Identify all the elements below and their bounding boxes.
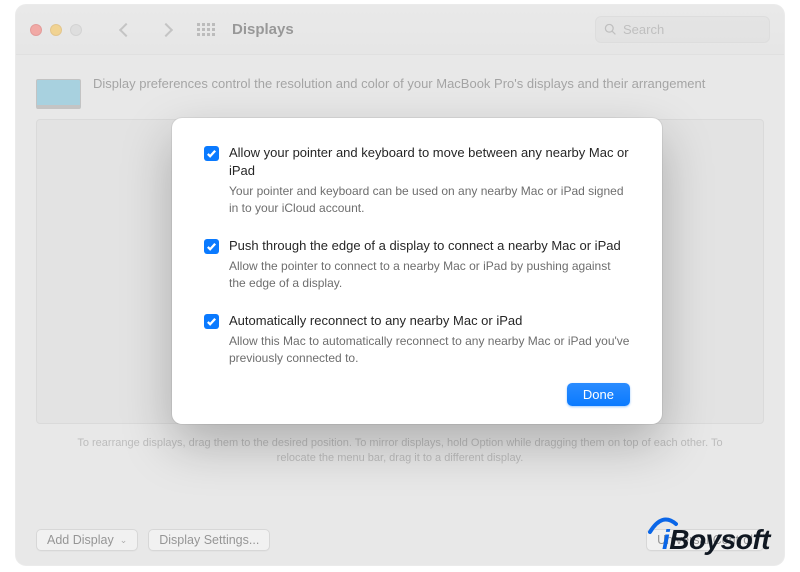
option-allow-pointer: Allow your pointer and keyboard to move … [204, 144, 630, 217]
checkmark-icon [206, 316, 217, 327]
option-title: Allow your pointer and keyboard to move … [229, 144, 630, 179]
checkbox-push-edge[interactable] [204, 239, 219, 254]
done-button[interactable]: Done [567, 383, 630, 406]
modal-footer: Done [204, 383, 630, 406]
universal-control-modal: Allow your pointer and keyboard to move … [172, 118, 662, 424]
option-subtitle: Allow this Mac to automatically reconnec… [229, 333, 630, 367]
checkmark-icon [206, 148, 217, 159]
checkmark-icon [206, 241, 217, 252]
option-auto-reconnect: Automatically reconnect to any nearby Ma… [204, 312, 630, 367]
option-title: Automatically reconnect to any nearby Ma… [229, 312, 630, 330]
done-label: Done [583, 387, 614, 402]
option-subtitle: Your pointer and keyboard can be used on… [229, 183, 630, 217]
watermark-text: Boysoft [669, 524, 770, 555]
checkbox-auto-reconnect[interactable] [204, 314, 219, 329]
option-push-edge: Push through the edge of a display to co… [204, 237, 630, 292]
watermark-swoosh-icon [648, 514, 678, 536]
system-preferences-window: Displays Search Display preferences cont… [16, 5, 784, 565]
watermark-logo: iBoysoft [662, 524, 770, 556]
option-subtitle: Allow the pointer to connect to a nearby… [229, 258, 630, 292]
option-title: Push through the edge of a display to co… [229, 237, 630, 255]
checkbox-allow-pointer[interactable] [204, 146, 219, 161]
